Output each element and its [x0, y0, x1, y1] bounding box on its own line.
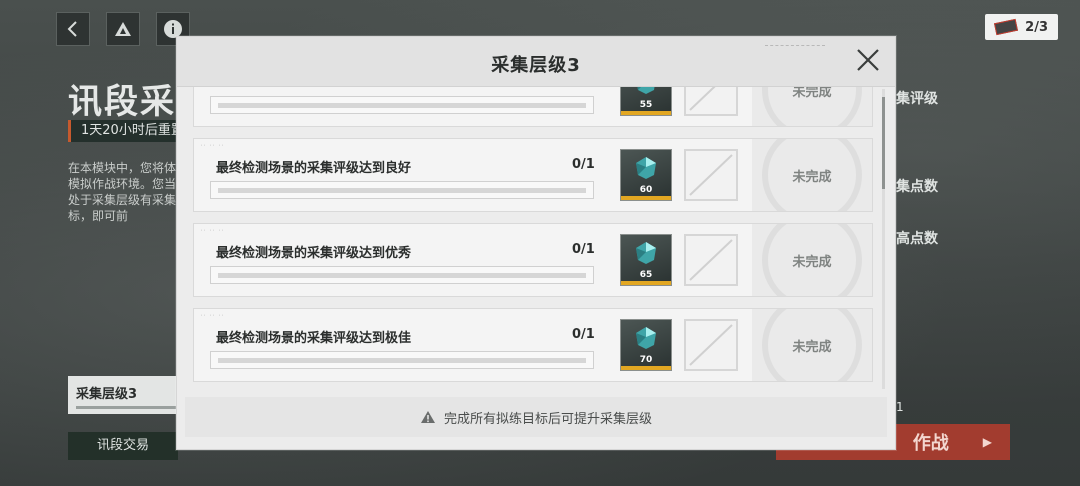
task-item: 55 未完成: [193, 87, 873, 127]
small-count: 1: [896, 400, 904, 414]
task-title: 最终检测场景的采集评级达到极佳: [216, 331, 412, 346]
play-arrow-icon: ▶: [982, 435, 992, 449]
task-item: ·· ·· ·· 最终检测场景的采集评级达到良好 0/1 60 未完成: [193, 138, 873, 212]
reward-qty: 60: [639, 185, 653, 195]
triangle-logo-icon: [115, 22, 131, 36]
level-selector[interactable]: 采集层级3: [68, 376, 188, 414]
level-modal: 采集层级3 55 未完成 ·· ·· ·· 最终检测场景的采集评级达到良好 0/…: [176, 36, 896, 450]
task-status-label: 未完成: [792, 254, 832, 270]
reward-item[interactable]: 55: [620, 87, 672, 116]
rarity-strip: [621, 281, 671, 285]
rating-label: 集评级: [896, 91, 938, 107]
footer-hint: 完成所有拟练目标后可提升采集层级: [443, 411, 652, 427]
task-status-label: 未完成: [792, 87, 832, 100]
task-tag: ·· ·· ··: [200, 228, 225, 234]
empty-reward-slot: [684, 234, 738, 286]
task-progress-bar: [210, 181, 594, 199]
task-progress: 0/1: [572, 157, 595, 172]
page-title: 讯段采: [68, 82, 176, 122]
rarity-strip: [621, 111, 671, 115]
task-status-label: 未完成: [792, 169, 832, 185]
task-status: 未完成: [752, 224, 872, 296]
task-tag: ·· ·· ··: [200, 313, 225, 319]
fight-button-label: 作战: [912, 433, 949, 454]
task-progress-bar: [210, 351, 594, 369]
trade-button[interactable]: 讯段交易: [68, 432, 178, 460]
header-decoration: [765, 45, 825, 47]
reward-item[interactable]: 60: [620, 149, 672, 201]
scrollbar[interactable]: [882, 89, 885, 389]
task-progress-bar: [210, 96, 594, 114]
reward-qty: 65: [639, 270, 653, 280]
task-title: 最终检测场景的采集评级达到良好: [216, 161, 412, 176]
crystal-gem-icon: [636, 327, 656, 349]
task-list[interactable]: 55 未完成 ·· ·· ·· 最终检测场景的采集评级达到良好 0/1 60 未…: [185, 87, 885, 391]
warning-icon: [420, 411, 435, 423]
modal-footer: 完成所有拟练目标后可提升采集层级: [185, 397, 887, 437]
crystal-gem-icon: [636, 242, 656, 264]
reward-qty: 70: [639, 355, 653, 365]
ticket-count: 2/3: [1025, 19, 1048, 35]
task-progress: 0/1: [572, 327, 595, 342]
task-status: 未完成: [752, 87, 872, 126]
ticket-counter: 2/3: [985, 14, 1058, 40]
crystal-gem-icon: [636, 157, 656, 179]
task-title: 最终检测场景的采集评级达到优秀: [216, 246, 412, 261]
close-button[interactable]: [855, 47, 881, 73]
reset-timer: 1天20小时后重置: [68, 120, 194, 142]
high-points-label: 高点数: [896, 231, 938, 247]
level-selector-bar: [76, 406, 176, 409]
reward-qty: 55: [639, 100, 653, 110]
empty-reward-slot: [684, 149, 738, 201]
task-progress: 0/1: [572, 242, 595, 257]
ticket-icon: [994, 18, 1019, 36]
task-progress-bar: [210, 266, 594, 284]
points-label: 集点数: [896, 179, 938, 195]
empty-reward-slot: [684, 319, 738, 371]
modal-title: 采集层级3: [491, 55, 581, 76]
modal-header: 采集层级3: [177, 37, 895, 87]
task-tag: ·· ·· ··: [200, 143, 225, 149]
level-selector-label: 采集层级3: [76, 387, 138, 402]
empty-reward-slot: [684, 87, 738, 116]
rarity-strip: [621, 196, 671, 200]
drive-button[interactable]: [106, 12, 140, 46]
task-status: 未完成: [752, 139, 872, 211]
close-icon: [857, 49, 879, 71]
rarity-strip: [621, 366, 671, 370]
task-status-label: 未完成: [792, 339, 832, 355]
task-item: ·· ·· ·· 最终检测场景的采集评级达到极佳 0/1 70 未完成: [193, 308, 873, 382]
chevron-left-icon: [67, 21, 77, 37]
back-button[interactable]: [56, 12, 90, 46]
reward-item[interactable]: 65: [620, 234, 672, 286]
scrollbar-thumb[interactable]: [882, 97, 885, 189]
reward-item[interactable]: 70: [620, 319, 672, 371]
module-description: 在本模块中，您将体的模拟作战环境。您当前处于采集层级有采集目标，即可前: [68, 161, 189, 223]
crystal-gem-icon: [637, 87, 655, 94]
task-item: ·· ·· ·· 最终检测场景的采集评级达到优秀 0/1 65 未完成: [193, 223, 873, 297]
task-status: 未完成: [752, 309, 872, 381]
